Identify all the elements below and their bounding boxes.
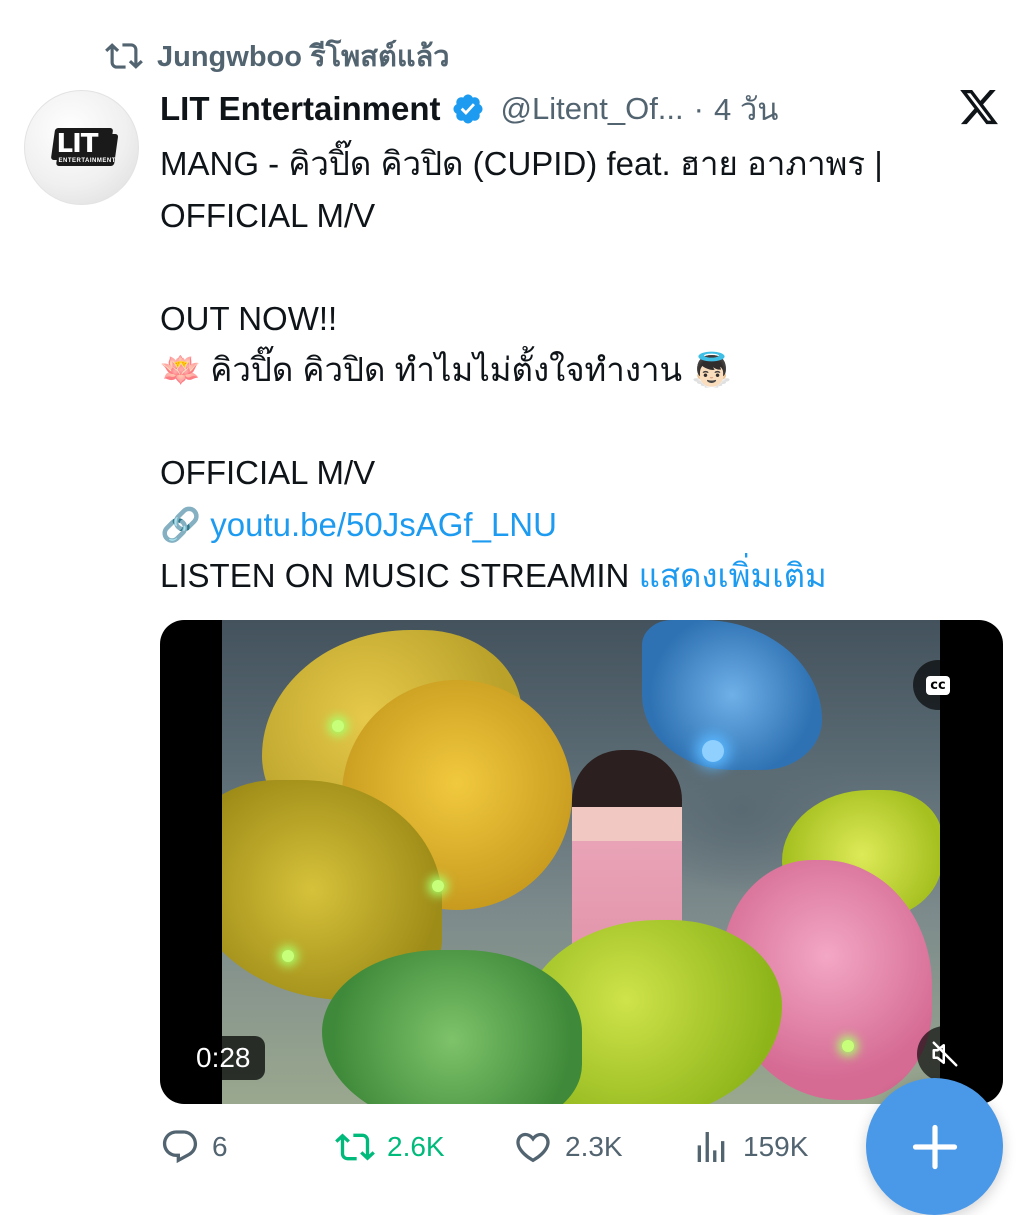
tweet-line: MANG - คิวปิ๊ด คิวปิด (CUPID) feat. ฮาย … [160,145,883,182]
views-button[interactable]: 159K [691,1127,871,1167]
link-emoji-icon: 🔗 [160,504,202,544]
angel-emoji-icon: 👼🏻 [691,350,733,389]
reply-count: 6 [212,1131,228,1162]
avatar[interactable]: LIT ENTERTAINMENT [24,90,139,205]
tweet-line-text: คิวปิ๊ด คิวปิด ทำไมไม่ตั้งใจทำงาน [210,351,683,388]
separator: · [693,91,704,126]
repost-icon [105,43,143,69]
tweet-line: OFFICIAL M/V [160,196,376,234]
views-count: 159K [743,1131,809,1162]
muted-speaker-icon [932,1041,958,1067]
video-player[interactable]: cc 0:28 [160,620,1003,1104]
show-more-link[interactable]: แสดงเพิ่มเติม [639,557,827,594]
tweet-line: OUT NOW!! [160,299,338,337]
reply-icon [162,1130,198,1164]
tweet-line: LISTEN ON MUSIC STREAMIN แสดงเพิ่มเติม [160,550,1000,602]
tweet-link-line: 🔗 youtu.be/50JsAGf_LNU [160,499,1000,551]
repost-icon [335,1133,375,1161]
youtube-link[interactable]: youtu.be/50JsAGf_LNU [210,506,557,543]
repost-count: 2.6K [387,1131,445,1162]
display-name[interactable]: LIT Entertainment [160,90,441,128]
compose-post-button[interactable] [866,1078,1003,1215]
x-logo-icon[interactable] [958,86,1000,128]
repost-indicator[interactable]: Jungwboo รีโพสต์แล้ว [105,36,450,76]
tweet-header: LIT Entertainment @Litent_Of... · 4 วัน [160,84,778,134]
tweet-text: MANG - คิวปิ๊ด คิวปิด (CUPID) feat. ฮาย … [160,138,1000,602]
repost-label: Jungwboo รีโพสต์แล้ว [157,41,450,73]
tweet-line: OFFICIAL M/V [160,454,376,491]
verified-badge-icon [453,94,483,124]
video-duration: 0:28 [182,1036,265,1080]
action-bar: 6 2.6K 2.3K 159K [160,1122,871,1172]
plus-icon [912,1124,957,1169]
lit-logo: LIT ENTERTAINMENT [50,127,115,168]
like-count: 2.3K [565,1131,623,1162]
closed-captions-icon: cc [926,675,950,695]
repost-button[interactable]: 2.6K [335,1127,513,1167]
tweet-line: 🪷 คิวปิ๊ด คิวปิด ทำไมไม่ตั้งใจทำงาน 👼🏻 [160,344,1000,396]
video-frame [222,620,940,1104]
handle[interactable]: @Litent_Of... [501,91,684,127]
like-button[interactable]: 2.3K [513,1127,691,1167]
views-chart-icon [697,1132,725,1162]
closed-captions-button[interactable]: cc [913,660,963,710]
lotus-emoji-icon: 🪷 [160,350,202,389]
timestamp[interactable]: 4 วัน [714,84,778,134]
reply-button[interactable]: 6 [160,1127,335,1167]
tweet-line-text: LISTEN ON MUSIC STREAMIN [160,557,630,594]
mute-button[interactable] [917,1026,973,1082]
heart-icon [516,1132,550,1163]
